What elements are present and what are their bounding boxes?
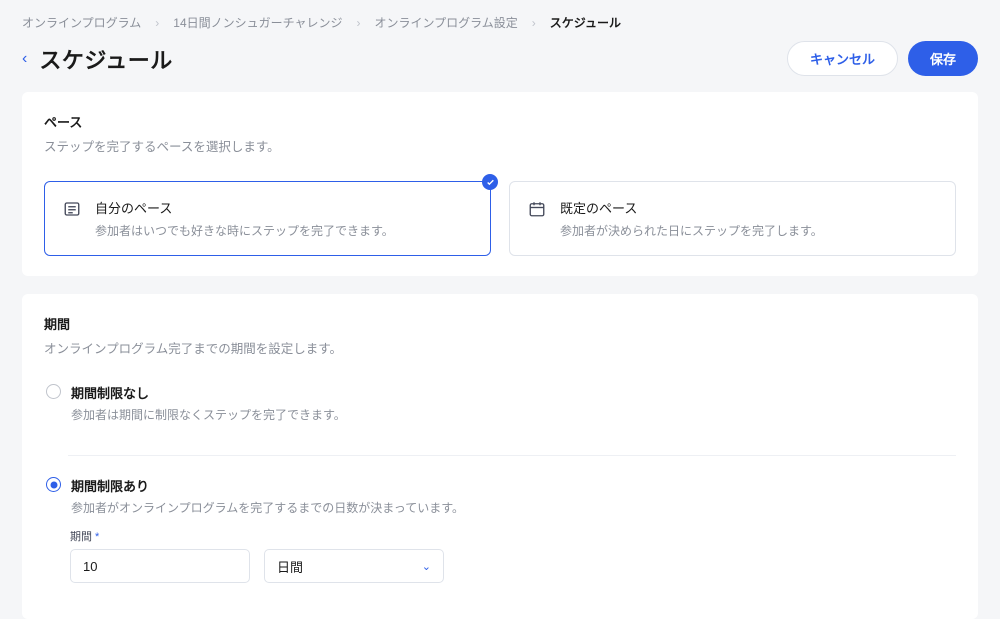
radio-desc: 参加者がオンラインプログラムを完了するまでの日数が決まっています。 xyxy=(71,499,956,516)
pace-option-own[interactable]: 自分のペース 参加者はいつでも好きな時にステップを完了できます。 xyxy=(44,181,491,256)
duration-option-unlimited[interactable]: 期間制限なし 参加者は期間に制限なくステップを完了できます。 xyxy=(46,383,956,423)
radio-title: 期間制限あり xyxy=(71,476,956,495)
divider xyxy=(68,455,956,456)
period-unit-select[interactable]: 日間 ⌄ xyxy=(264,549,444,583)
page-header: ‹ スケジュール キャンセル 保存 xyxy=(0,39,1000,92)
field-label: 期間* xyxy=(70,528,956,544)
chevron-right-icon: › xyxy=(357,16,361,30)
chevron-down-icon: ⌄ xyxy=(422,560,431,573)
check-badge-icon xyxy=(482,174,498,190)
calendar-icon xyxy=(528,200,546,218)
radio-title: 期間制限なし xyxy=(71,383,956,402)
radio-desc: 参加者は期間に制限なくステップを完了できます。 xyxy=(71,406,956,423)
breadcrumb-item-current: スケジュール xyxy=(550,14,621,31)
pace-option-title: 自分のペース xyxy=(95,198,472,217)
section-title: ペース xyxy=(44,112,956,131)
pace-option-desc: 参加者はいつでも好きな時にステップを完了できます。 xyxy=(95,222,472,239)
breadcrumb-item[interactable]: 14日間ノンシュガーチャレンジ xyxy=(173,14,342,31)
chevron-right-icon: › xyxy=(532,16,536,30)
select-value: 日間 xyxy=(277,557,303,576)
radio-unchecked-icon xyxy=(46,384,61,399)
pace-section: ペース ステップを完了するペースを選択します。 自分のペース 参加者はいつでも好… xyxy=(22,92,978,276)
section-title: 期間 xyxy=(44,314,956,333)
pace-option-desc: 参加者が決められた日にステップを完了します。 xyxy=(560,222,937,239)
chevron-right-icon: › xyxy=(155,16,159,30)
pace-option-title: 既定のペース xyxy=(560,198,937,217)
section-desc: オンラインプログラム完了までの期間を設定します。 xyxy=(44,338,956,357)
breadcrumb-item[interactable]: オンラインプログラム xyxy=(22,14,141,31)
pace-option-default[interactable]: 既定のペース 参加者が決められた日にステップを完了します。 xyxy=(509,181,956,256)
page-title: スケジュール xyxy=(39,43,172,75)
duration-section: 期間 オンラインプログラム完了までの期間を設定します。 期間制限なし 参加者は期… xyxy=(22,294,978,619)
back-arrow-icon[interactable]: ‹ xyxy=(22,51,27,67)
list-icon xyxy=(63,200,81,218)
cancel-button[interactable]: キャンセル xyxy=(787,41,898,76)
save-button[interactable]: 保存 xyxy=(908,41,978,76)
period-value-input[interactable] xyxy=(70,549,250,583)
duration-option-limited[interactable]: 期間制限あり 参加者がオンラインプログラムを完了するまでの日数が決まっています。 xyxy=(46,476,956,516)
section-desc: ステップを完了するペースを選択します。 xyxy=(44,136,956,155)
breadcrumb-item[interactable]: オンラインプログラム設定 xyxy=(375,14,518,31)
breadcrumb: オンラインプログラム › 14日間ノンシュガーチャレンジ › オンラインプログラ… xyxy=(0,0,1000,39)
radio-checked-icon xyxy=(46,477,61,492)
